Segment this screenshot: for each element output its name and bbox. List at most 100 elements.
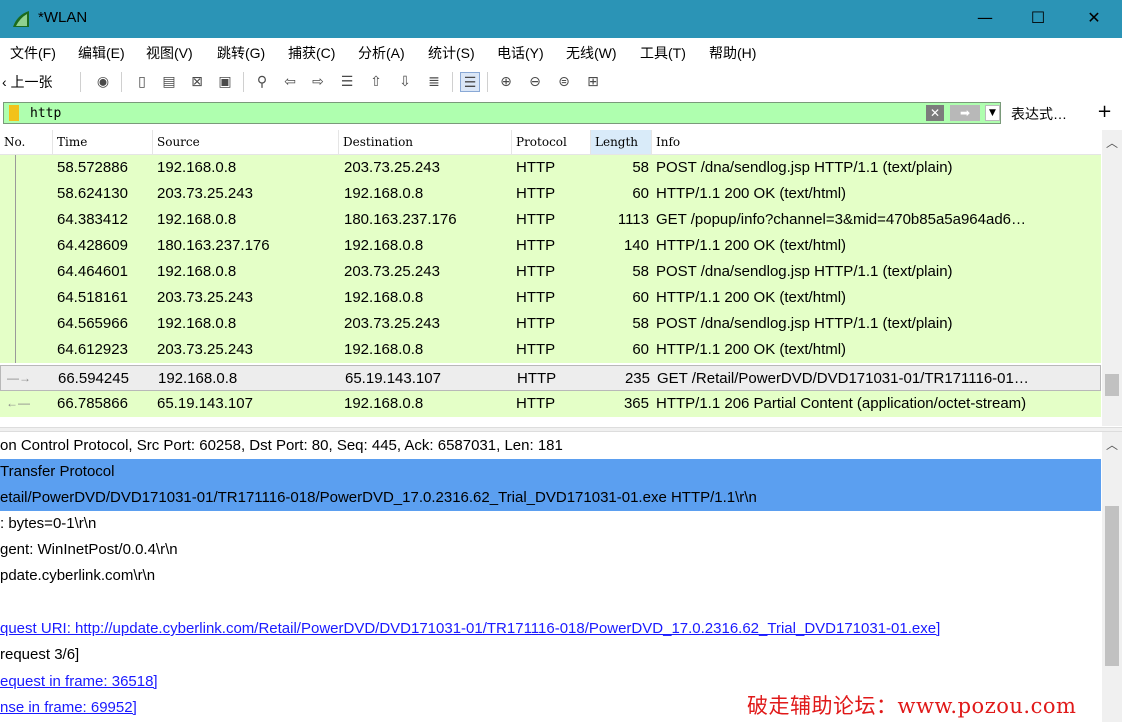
cell-time: 64.612923	[57, 341, 128, 358]
zoom-out-icon[interactable]: ⊖	[525, 72, 545, 92]
capture-options-icon[interactable]: ◉	[93, 72, 113, 92]
cell-source: 192.168.0.8	[157, 263, 237, 280]
first-packet-icon[interactable]: ⇧	[366, 72, 386, 92]
conversation-line	[15, 181, 16, 207]
menu-view[interactable]: 视图(V)	[146, 43, 193, 63]
zoom-in-icon[interactable]: ⊕	[496, 72, 516, 92]
clear-filter-icon[interactable]: ✕	[926, 105, 944, 121]
menu-analyze[interactable]: 分析(A)	[358, 43, 405, 63]
minimize-button[interactable]: —	[962, 0, 1008, 36]
cell-destination: 65.19.143.107	[345, 370, 441, 387]
column-header-no[interactable]: No.	[0, 130, 53, 154]
prev-request-link[interactable]: equest in frame: 36518]	[0, 673, 158, 690]
details-scrollbar[interactable]: ︿	[1102, 432, 1122, 722]
close-button[interactable]: ✕	[1071, 0, 1117, 36]
cell-source: 203.73.25.243	[157, 185, 253, 202]
last-packet-icon[interactable]: ⇩	[395, 72, 415, 92]
cell-destination: 180.163.237.176	[344, 211, 457, 228]
packet-row[interactable]: 64.612923 203.73.25.243 192.168.0.8 HTTP 60 H…	[0, 337, 1101, 363]
menu-file[interactable]: 文件(F)	[10, 43, 56, 63]
detail-line-range[interactable]: : bytes=0-1\r\n	[0, 511, 1101, 537]
cell-info: POST /dna/sendlog.jsp HTTP/1.1 (text/pla…	[656, 315, 953, 332]
cell-protocol: HTTP	[516, 211, 556, 228]
response-frame-link[interactable]: nse in frame: 69952]	[0, 699, 137, 716]
scroll-up-icon[interactable]: ︿	[1102, 436, 1122, 453]
filter-history-dropdown[interactable]: ▼	[985, 105, 1000, 121]
response-arrow-icon: ←—	[6, 396, 30, 410]
detail-line-http[interactable]: Transfer Protocol	[0, 459, 1101, 485]
menu-wireless[interactable]: 无线(W)	[566, 43, 617, 63]
autoscroll-icon[interactable]: ≣	[424, 72, 444, 92]
packet-list-scrollbar[interactable]: ︿	[1102, 130, 1122, 426]
add-filter-button[interactable]: +	[1097, 101, 1112, 122]
packet-row[interactable]: 64.428609 180.163.237.176 192.168.0.8 HTTP 1…	[0, 233, 1101, 259]
normal-size-icon[interactable]: ⊜	[554, 72, 574, 92]
display-filter-box: ✕ ➡ ▼	[3, 102, 1001, 124]
scroll-up-icon[interactable]: ︿	[1102, 134, 1122, 151]
colorize-icon[interactable]: ☰	[460, 72, 480, 92]
detail-line-blank	[0, 589, 1101, 615]
maximize-button[interactable]: ☐	[1015, 0, 1061, 36]
full-uri-link[interactable]: quest URI: http://update.cyberlink.com/R…	[0, 620, 940, 637]
conversation-line	[15, 259, 16, 285]
cell-destination: 192.168.0.8	[344, 395, 424, 412]
cell-time: 64.464601	[57, 263, 128, 280]
packet-row[interactable]: 64.565966 192.168.0.8 203.73.25.243 HTTP 58 P…	[0, 311, 1101, 337]
cell-length: 58	[632, 159, 649, 176]
scrollbar-thumb[interactable]	[1105, 374, 1119, 396]
request-arrow-icon: —→	[7, 371, 31, 385]
column-header-time[interactable]: Time	[53, 130, 153, 154]
column-header-info[interactable]: Info	[652, 130, 1101, 154]
column-header-destination[interactable]: Destination	[339, 130, 512, 154]
detail-line-tcp[interactable]: on Control Protocol, Src Port: 60258, Ds…	[0, 433, 1101, 459]
bookmark-icon[interactable]	[9, 105, 19, 121]
detail-line-request-line[interactable]: etail/PowerDVD/DVD171031-01/TR171116-018…	[0, 485, 1101, 511]
close-file-icon[interactable]: ⊠	[187, 72, 207, 92]
menu-edit[interactable]: 编辑(E)	[78, 43, 125, 63]
detail-line-host[interactable]: pdate.cyberlink.com\r\n	[0, 563, 1101, 589]
cell-destination: 192.168.0.8	[344, 341, 424, 358]
cell-time: 64.428609	[57, 237, 128, 254]
column-header-source[interactable]: Source	[153, 130, 339, 154]
apply-filter-icon[interactable]: ➡	[950, 105, 980, 121]
detail-line-full-uri[interactable]: quest URI: http://update.cyberlink.com/R…	[0, 616, 1101, 642]
packet-row[interactable]: 64.383412 192.168.0.8 180.163.237.176 HTTP 1…	[0, 207, 1101, 233]
go-forward-icon[interactable]: ⇨	[308, 72, 328, 92]
open-file-icon[interactable]: ▯	[132, 72, 152, 92]
display-filter-input[interactable]	[30, 104, 910, 122]
packet-row[interactable]: 64.464601 192.168.0.8 203.73.25.243 HTTP 58 P…	[0, 259, 1101, 285]
column-header-length[interactable]: Length	[591, 130, 652, 154]
menu-capture[interactable]: 捕获(C)	[288, 43, 335, 63]
packet-row[interactable]: 58.624130 203.73.25.243 192.168.0.8 HTTP 60 H…	[0, 181, 1101, 207]
find-packet-icon[interactable]: ⚲	[252, 72, 272, 92]
detail-line-request-count[interactable]: request 3/6]	[0, 642, 1101, 668]
cell-length: 60	[632, 185, 649, 202]
menu-telephony[interactable]: 电话(Y)	[497, 43, 544, 63]
cell-source: 180.163.237.176	[157, 237, 270, 254]
back-button[interactable]: ‹ 上一张	[2, 72, 53, 92]
save-file-icon[interactable]: ▤	[159, 72, 179, 92]
packet-row[interactable]: 64.518161 203.73.25.243 192.168.0.8 HTTP 60 H…	[0, 285, 1101, 311]
reload-icon[interactable]: ▣	[215, 72, 235, 92]
cell-length: 140	[623, 237, 649, 254]
cell-source: 192.168.0.8	[157, 159, 237, 176]
menu-go[interactable]: 跳转(G)	[217, 43, 265, 63]
display-filter-bar: ✕ ➡ ▼ 表达式… +	[0, 100, 1122, 128]
detail-line-user-agent[interactable]: gent: WinInetPost/0.0.4\r\n	[0, 537, 1101, 563]
menu-tools[interactable]: 工具(T)	[640, 43, 686, 63]
go-back-icon[interactable]: ⇦	[280, 72, 300, 92]
packet-row[interactable]: ←— 66.785866 65.19.143.107 192.168.0.8 HTTP 3…	[0, 391, 1101, 417]
resize-columns-icon[interactable]: ⊞	[583, 72, 603, 92]
menu-statistics[interactable]: 统计(S)	[428, 43, 475, 63]
cell-source: 203.73.25.243	[157, 289, 253, 306]
go-to-packet-icon[interactable]: ☰	[337, 72, 357, 92]
cell-destination: 192.168.0.8	[344, 237, 424, 254]
packet-row[interactable]: 58.572886 192.168.0.8 203.73.25.243 HTTP 58 P…	[0, 155, 1101, 181]
cell-time: 64.383412	[57, 211, 128, 228]
column-header-protocol[interactable]: Protocol	[512, 130, 591, 154]
cell-source: 65.19.143.107	[157, 395, 253, 412]
packet-row[interactable]: —→ 66.594245 192.168.0.8 65.19.143.107 HTTP 2…	[0, 365, 1101, 391]
menu-help[interactable]: 帮助(H)	[709, 43, 756, 63]
scrollbar-thumb[interactable]	[1105, 506, 1119, 666]
expression-button[interactable]: 表达式…	[1011, 104, 1067, 124]
